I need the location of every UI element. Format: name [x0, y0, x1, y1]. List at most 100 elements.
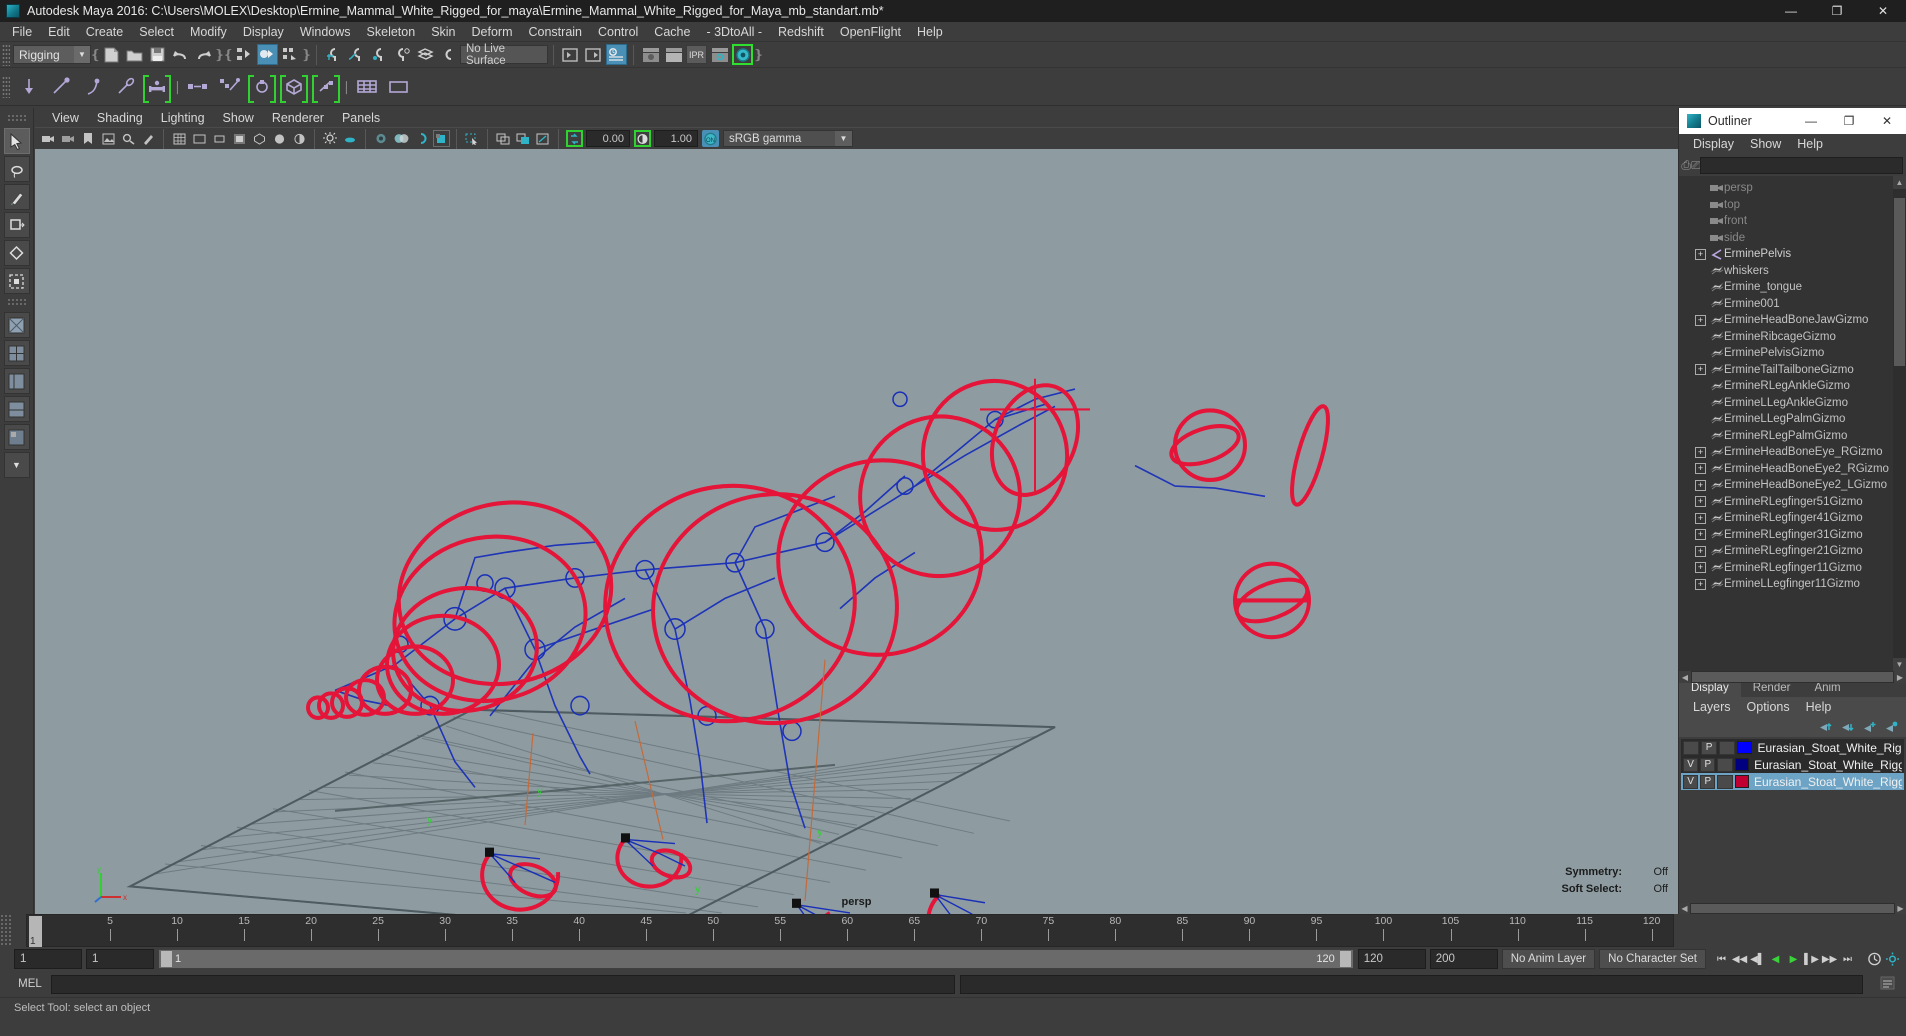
paint-selection-tool-button[interactable]: [3, 184, 30, 210]
menu-item-help[interactable]: Help: [909, 22, 951, 42]
create-ik-handle-icon[interactable]: [46, 72, 76, 102]
outliner-item[interactable]: + ErmineRLegfinger31Gizmo: [1679, 527, 1893, 544]
exposure-toggle-icon[interactable]: [566, 130, 583, 147]
outliner-item[interactable]: Ermine001: [1679, 296, 1893, 313]
layer-hscroll-thumb[interactable]: [1691, 904, 1894, 913]
hypershade-layout-button[interactable]: [3, 424, 30, 450]
motion-blur-icon[interactable]: [393, 130, 410, 147]
outliner-maximize-button[interactable]: ❐: [1830, 108, 1868, 134]
range-left-handle[interactable]: [161, 951, 172, 967]
layer-editor-tab-display[interactable]: Display: [1679, 683, 1741, 697]
animation-start-time-field[interactable]: 1: [14, 949, 82, 969]
outliner-vertical-scrollbar[interactable]: ▲ ▼: [1893, 176, 1906, 671]
grid-display-icon[interactable]: [171, 130, 188, 147]
exposure-reset-icon[interactable]: [535, 130, 552, 147]
outliner-item[interactable]: ErminePelvisGizmo: [1679, 345, 1893, 362]
outliner-horizontal-scrollbar[interactable]: ◀ ▶: [1679, 671, 1906, 683]
smooth-bind-icon[interactable]: [279, 72, 309, 103]
expand-icon[interactable]: +: [1695, 496, 1706, 508]
move-layer-down-icon[interactable]: [1839, 721, 1854, 734]
persp-graph-layout-button[interactable]: [3, 396, 30, 422]
layer-visible-toggle[interactable]: [1683, 740, 1700, 755]
paint-skin-weights-icon[interactable]: [311, 72, 341, 103]
resolution-gate-icon[interactable]: [211, 130, 228, 147]
toolbar-grip[interactable]: [2, 43, 10, 66]
outliner-tree[interactable]: persp top front side + ErminePelvis whiskers Er…: [1679, 176, 1893, 671]
screen-space-ao-icon[interactable]: [373, 130, 390, 147]
outliner-item[interactable]: side: [1679, 230, 1893, 247]
make-live-icon[interactable]: [438, 44, 459, 65]
ipr-render-icon[interactable]: IPR: [686, 44, 707, 65]
search-filter-icon[interactable]: ⎙⎚: [1681, 156, 1700, 174]
create-joint-icon[interactable]: [14, 72, 44, 102]
layer-playback-toggle[interactable]: P: [1700, 774, 1716, 789]
outliner-menu-help[interactable]: Help: [1789, 137, 1831, 151]
four-view-layout-button[interactable]: [3, 340, 30, 366]
snap-to-projected-center-icon[interactable]: [392, 44, 413, 65]
wrap-deformer-icon[interactable]: [384, 72, 414, 102]
layer-playback-toggle[interactable]: P: [1701, 740, 1718, 755]
menu-item-redshift[interactable]: Redshift: [770, 22, 832, 42]
script-editor-icon[interactable]: [1880, 976, 1895, 993]
use-all-lights-icon[interactable]: [322, 130, 339, 147]
animation-preferences-icon[interactable]: [1885, 950, 1900, 968]
play-forwards-icon[interactable]: ▶: [1786, 950, 1801, 968]
select-tool-button[interactable]: [3, 128, 30, 154]
close-button[interactable]: ✕: [1860, 0, 1906, 22]
command-language-label[interactable]: MEL: [14, 978, 46, 990]
outliner-item[interactable]: ErmineRLegAnkleGizmo: [1679, 378, 1893, 395]
insert-joint-tool-icon[interactable]: [110, 72, 140, 102]
select-by-hierarchy-icon[interactable]: [234, 44, 255, 65]
menu-item-deform[interactable]: Deform: [464, 22, 521, 42]
depth-of-field-icon[interactable]: [432, 130, 450, 147]
shelf-grip[interactable]: [2, 75, 10, 98]
joint-tool-bracket-icon[interactable]: [142, 72, 172, 103]
outliner-menu-display[interactable]: Display: [1685, 137, 1742, 151]
outliner-minimize-button[interactable]: —: [1792, 108, 1830, 134]
redshift-render-icon[interactable]: [732, 44, 753, 65]
layer-color-swatch[interactable]: [1734, 775, 1749, 788]
chevron-down-icon[interactable]: ▼: [74, 46, 90, 63]
step-back-key-icon[interactable]: ◀▌: [1750, 950, 1765, 968]
layer-color-swatch[interactable]: [1734, 758, 1750, 771]
current-time-indicator[interactable]: 1: [29, 916, 42, 947]
scroll-left-icon[interactable]: ◀: [1679, 671, 1691, 683]
outliner-item[interactable]: + ErmineLLegfinger11Gizmo: [1679, 576, 1893, 593]
outliner-item[interactable]: Ermine_tongue: [1679, 279, 1893, 296]
two-d-pan-zoom-icon[interactable]: [120, 130, 137, 147]
gate-mask-icon[interactable]: [231, 130, 248, 147]
menu-item-windows[interactable]: Windows: [292, 22, 359, 42]
auto-keyframe-icon[interactable]: [1867, 950, 1882, 968]
layer-menu-help[interactable]: Help: [1798, 700, 1840, 714]
rotate-tool-button[interactable]: [3, 240, 30, 266]
isolate-select-icon[interactable]: [464, 130, 481, 147]
layer-row[interactable]: VP Eurasian_Stoat_White_Rigged_B: [1681, 756, 1904, 773]
layer-editor-tab-render[interactable]: Render: [1741, 683, 1803, 697]
command-input[interactable]: [51, 974, 955, 994]
expand-icon[interactable]: +: [1695, 545, 1706, 557]
viewport-3d-canvas[interactable]: yyyy y x persp Symmetry: Off Soft Select…: [35, 149, 1678, 914]
new-layer-from-selected-icon[interactable]: [1883, 721, 1898, 734]
character-set-selector[interactable]: No Character Set: [1599, 949, 1706, 969]
maximize-button[interactable]: ❐: [1814, 0, 1860, 22]
new-layer-icon[interactable]: [1861, 721, 1876, 734]
menu-item-file[interactable]: File: [4, 22, 40, 42]
persp-outliner-layout-button[interactable]: [3, 368, 30, 394]
menu-item-skeleton[interactable]: Skeleton: [359, 22, 424, 42]
outliner-item[interactable]: + ErmineHeadBoneEye2_LGizmo: [1679, 477, 1893, 494]
outliner-item[interactable]: persp: [1679, 180, 1893, 197]
toolbox-grip[interactable]: [6, 114, 27, 123]
live-surface-field[interactable]: No Live Surface: [460, 43, 548, 67]
mirror-joint-icon[interactable]: [183, 72, 213, 102]
snap-to-view-plane-icon[interactable]: [415, 44, 436, 65]
command-result-field[interactable]: [959, 974, 1863, 994]
color-management-toggle-icon[interactable]: ON: [701, 130, 719, 147]
go-to-end-icon[interactable]: ⏭: [1840, 950, 1855, 968]
viewport-menu-view[interactable]: View: [43, 111, 88, 125]
layer-scroll-right-icon[interactable]: ▶: [1895, 903, 1906, 914]
expand-icon[interactable]: +: [1695, 479, 1706, 491]
menu-item-modify[interactable]: Modify: [182, 22, 235, 42]
undo-icon[interactable]: [170, 44, 191, 65]
minimize-button[interactable]: —: [1768, 0, 1814, 22]
outliner-item[interactable]: ErmineLLegPalmGizmo: [1679, 411, 1893, 428]
